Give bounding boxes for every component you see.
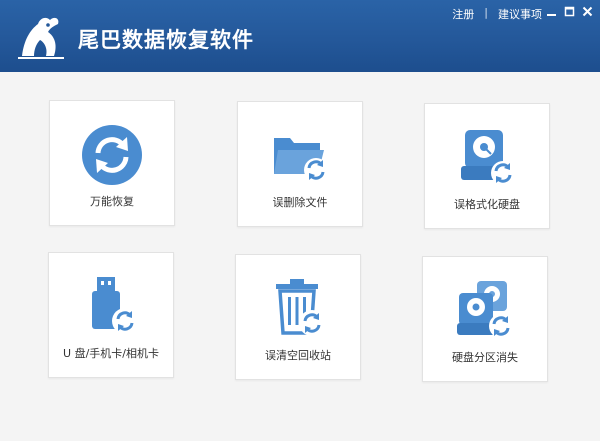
universal-recovery-card[interactable]: 万能恢复 <box>49 100 175 226</box>
usb-card-recovery-card[interactable]: U 盘/手机卡/相机卡 <box>48 252 174 378</box>
recycle-bin-recover-icon <box>276 279 325 336</box>
app-title: 尾巴数据恢复软件 <box>78 28 254 52</box>
hard-disk-recover-icon <box>461 130 515 185</box>
close-icon <box>582 6 592 16</box>
link-separator: | <box>484 6 488 19</box>
top-links: 注册 | 建议事项 <box>452 6 542 22</box>
card-label: 硬盘分区消失 <box>452 351 518 364</box>
card-label: U 盘/手机卡/相机卡 <box>63 347 159 360</box>
minimize-button[interactable] <box>544 4 558 18</box>
register-link[interactable]: 注册 <box>452 6 474 22</box>
usb-drive-recover-icon <box>92 277 138 334</box>
lost-partition-card[interactable]: 硬盘分区消失 <box>422 256 548 382</box>
card-label: 误格式化硬盘 <box>454 198 520 211</box>
card-label: 误删除文件 <box>272 196 328 209</box>
partition-recover-icon <box>457 281 513 338</box>
title-bar: 尾巴数据恢复软件 注册 | 建议事项 <box>0 0 600 72</box>
close-button[interactable] <box>580 4 594 18</box>
minimize-icon <box>546 13 556 16</box>
maximize-button[interactable] <box>562 4 576 18</box>
refresh-circle-icon <box>82 125 142 185</box>
formatted-disk-card[interactable]: 误格式化硬盘 <box>424 103 550 229</box>
card-label: 万能恢复 <box>90 195 134 208</box>
maximize-icon <box>564 6 574 16</box>
card-label: 误清空回收站 <box>265 349 331 362</box>
deleted-files-card[interactable]: 误删除文件 <box>237 101 363 227</box>
folder-recover-icon <box>274 138 328 182</box>
suggestions-link[interactable]: 建议事项 <box>498 6 542 22</box>
window-controls <box>544 4 594 18</box>
app-logo-icon <box>18 17 64 59</box>
recycle-bin-card[interactable]: 误清空回收站 <box>235 254 361 380</box>
